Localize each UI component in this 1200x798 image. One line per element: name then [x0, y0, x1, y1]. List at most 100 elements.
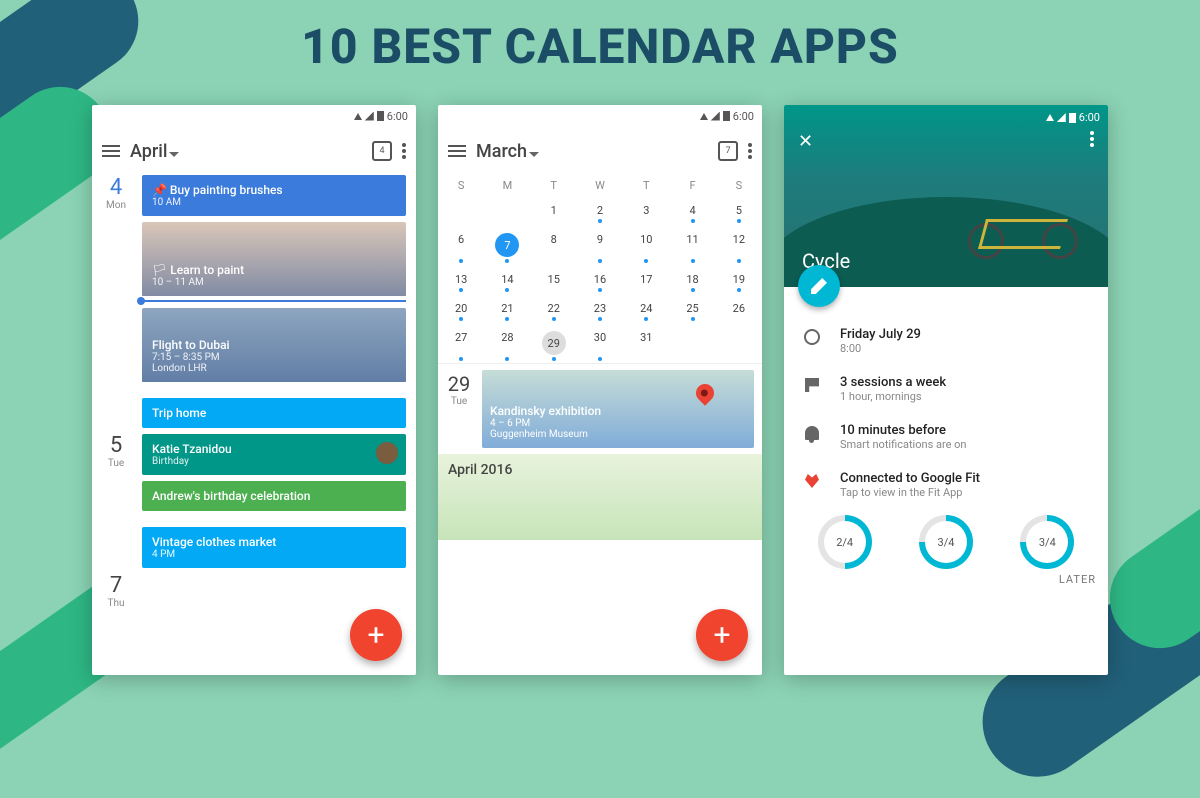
calendar-day[interactable] [669, 323, 715, 363]
calendar-day[interactable]: 4 [669, 196, 715, 225]
detail-row-goal[interactable]: 3 sessions a week 1 hour, mornings [840, 365, 1094, 413]
calendar-day[interactable]: 19 [716, 265, 762, 294]
calendar-day[interactable]: 24 [623, 294, 669, 323]
status-bar: 6:00 [438, 105, 762, 127]
event-card-birthday[interactable]: Katie Tzanidou Birthday [142, 434, 406, 475]
calendar-day[interactable]: 7 [484, 225, 530, 265]
today-icon[interactable]: 7 [718, 141, 738, 161]
month-picker[interactable]: March [476, 141, 539, 162]
calendar-day[interactable]: 23 [577, 294, 623, 323]
overflow-menu-icon[interactable] [1090, 131, 1094, 147]
day-header: 4 Mon [98, 175, 134, 211]
bell-icon [805, 426, 819, 440]
calendar-day[interactable]: 15 [531, 265, 577, 294]
calendar-day[interactable]: 12 [716, 225, 762, 265]
calendar-day[interactable]: 17 [623, 265, 669, 294]
overflow-menu-icon[interactable] [402, 143, 406, 159]
calendar-day[interactable]: 21 [484, 294, 530, 323]
event-card[interactable]: Trip home [142, 398, 406, 428]
battery-icon [1069, 113, 1076, 123]
calendar-day[interactable]: 3 [623, 196, 669, 225]
calendar-day[interactable] [438, 196, 484, 225]
fab-add-event[interactable]: + [696, 609, 748, 661]
event-card-image[interactable]: Flight to Dubai 7:15 – 8:35 PMLondon LHR [142, 308, 406, 382]
map-pin-icon [692, 380, 717, 405]
status-time: 6:00 [733, 110, 754, 123]
progress-arcs: 2/4 3/4 3/4 [784, 509, 1108, 569]
fab-edit[interactable] [798, 265, 840, 307]
calendar-day[interactable]: 27 [438, 323, 484, 363]
current-time-indicator [142, 300, 406, 302]
phone-screen-event-detail: 6:00 ✕ Cycle Friday July 29 8:00 3 sessi… [784, 105, 1108, 675]
chevron-down-icon [169, 152, 179, 157]
page-title: 10 BEST CALENDAR APPS [0, 18, 1200, 75]
phone-screen-month: 6:00 March 7 SMTWTFS 1234567891011121314… [438, 105, 762, 675]
battery-icon [377, 111, 384, 121]
calendar-day[interactable]: 25 [669, 294, 715, 323]
event-card[interactable]: Vintage clothes market 4 PM [142, 527, 406, 568]
clock-icon [804, 329, 820, 345]
today-icon[interactable]: 4 [372, 141, 392, 161]
month-picker[interactable]: April [130, 141, 179, 162]
day-event-section: 29 Tue Kandinsky exhibition 4 – 6 PM Gug… [438, 363, 762, 454]
app-bar: April 4 [92, 127, 416, 175]
calendar-day[interactable]: 30 [577, 323, 623, 363]
progress-arc[interactable]: 2/4 [818, 515, 872, 569]
calendar-day[interactable]: 26 [716, 294, 762, 323]
close-icon[interactable]: ✕ [798, 131, 813, 152]
calendar-day[interactable]: 2 [577, 196, 623, 225]
calendar-day[interactable]: 11 [669, 225, 715, 265]
wifi-icon [354, 113, 362, 120]
signal-icon [365, 112, 374, 121]
fab-add-event[interactable]: + [350, 609, 402, 661]
heart-icon [805, 474, 819, 488]
event-card-map[interactable]: Kandinsky exhibition 4 – 6 PM Guggenheim… [482, 370, 754, 448]
calendar-day[interactable]: 14 [484, 265, 530, 294]
progress-arc[interactable]: 3/4 [1020, 515, 1074, 569]
calendar-day[interactable]: 28 [484, 323, 530, 363]
calendar-day[interactable]: 1 [531, 196, 577, 225]
weekday-header: SMTWTFS [438, 175, 762, 196]
detail-row-reminder[interactable]: 10 minutes before Smart notifications ar… [840, 413, 1094, 461]
wifi-icon [700, 113, 708, 120]
calendar-day[interactable]: 20 [438, 294, 484, 323]
day-header: 7 Thu [98, 573, 134, 609]
calendar-day[interactable] [716, 323, 762, 363]
calendar-day[interactable]: 6 [438, 225, 484, 265]
hamburger-icon[interactable] [448, 145, 466, 157]
calendar-day[interactable]: 31 [623, 323, 669, 363]
status-time: 6:00 [387, 110, 408, 123]
overflow-menu-icon[interactable] [748, 143, 752, 159]
calendar-grid: 1234567891011121314151617181920212223242… [438, 196, 762, 363]
progress-arc[interactable]: 3/4 [919, 515, 973, 569]
detail-row-fit[interactable]: Connected to Google Fit Tap to view in t… [840, 461, 1094, 509]
signal-icon [1057, 113, 1066, 122]
hamburger-icon[interactable] [102, 145, 120, 157]
event-card[interactable]: Andrew's birthday celebration [142, 481, 406, 511]
day-header: 5 Tue [98, 433, 134, 469]
calendar-day[interactable]: 16 [577, 265, 623, 294]
battery-icon [723, 111, 730, 121]
calendar-day[interactable]: 10 [623, 225, 669, 265]
detail-row-time: Friday July 29 8:00 [840, 317, 1094, 365]
signal-icon [711, 112, 720, 121]
calendar-day[interactable]: 5 [716, 196, 762, 225]
event-card[interactable]: 📌 Buy painting brushes 10 AM [142, 175, 406, 216]
flag-icon [805, 378, 819, 392]
calendar-day[interactable]: 8 [531, 225, 577, 265]
app-bar: March 7 [438, 127, 762, 175]
calendar-day[interactable]: 22 [531, 294, 577, 323]
calendar-day[interactable]: 13 [438, 265, 484, 294]
status-bar: 6:00 [92, 105, 416, 127]
calendar-day[interactable]: 29 [531, 323, 577, 363]
event-header: 6:00 ✕ Cycle [784, 105, 1108, 287]
chevron-down-icon [529, 152, 539, 157]
later-button[interactable]: LATER [784, 569, 1108, 586]
calendar-day[interactable]: 9 [577, 225, 623, 265]
avatar [376, 442, 398, 464]
calendar-day[interactable] [484, 196, 530, 225]
calendar-day[interactable]: 18 [669, 265, 715, 294]
pencil-icon [811, 278, 827, 294]
event-card-image[interactable]: 🏳 Learn to paint 10 – 11 AM [142, 222, 406, 296]
day-header: 29 Tue [442, 372, 476, 407]
